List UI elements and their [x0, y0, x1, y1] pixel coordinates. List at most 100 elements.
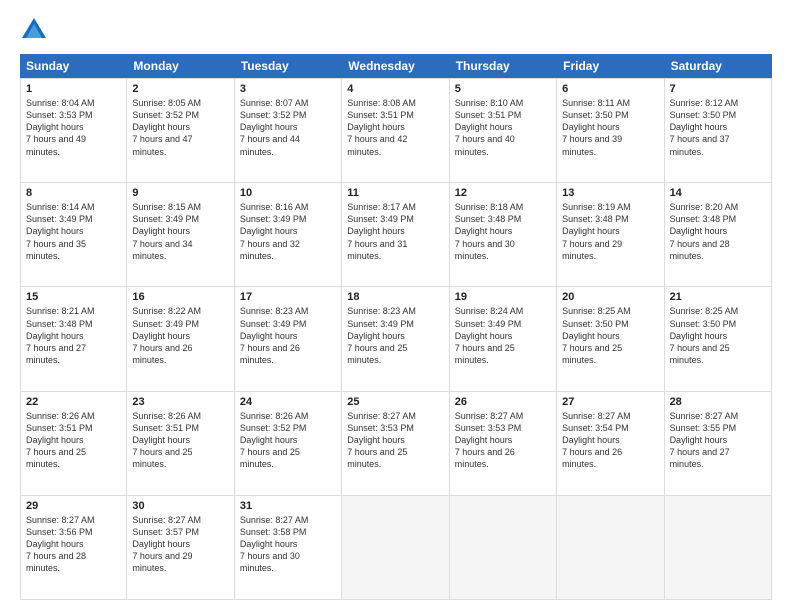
calendar-cell: 4 Sunrise: 8:08 AM Sunset: 3:51 PM Dayli… [342, 79, 449, 182]
daylight-label: Daylight hours [562, 226, 620, 236]
day-number: 17 [240, 291, 336, 303]
sunrise-label: Sunrise: 8:25 AM [670, 306, 739, 316]
daylight-value: 7 hours and 47 minutes. [132, 134, 192, 156]
cell-info: Sunrise: 8:25 AM Sunset: 3:50 PM Dayligh… [670, 305, 766, 366]
calendar-cell: 27 Sunrise: 8:27 AM Sunset: 3:54 PM Dayl… [557, 392, 664, 495]
sunrise-label: Sunrise: 8:15 AM [132, 202, 201, 212]
daylight-value: 7 hours and 31 minutes. [347, 239, 407, 261]
daylight-label: Daylight hours [26, 435, 84, 445]
sunrise-label: Sunrise: 8:21 AM [26, 306, 95, 316]
sunset-label: Sunset: 3:54 PM [562, 423, 629, 433]
daylight-value: 7 hours and 25 minutes. [240, 447, 300, 469]
daylight-value: 7 hours and 25 minutes. [562, 343, 622, 365]
calendar-cell: 5 Sunrise: 8:10 AM Sunset: 3:51 PM Dayli… [450, 79, 557, 182]
daylight-value: 7 hours and 28 minutes. [670, 239, 730, 261]
sunrise-label: Sunrise: 8:26 AM [132, 411, 201, 421]
day-number: 26 [455, 396, 551, 408]
sunrise-label: Sunrise: 8:23 AM [347, 306, 416, 316]
daylight-value: 7 hours and 44 minutes. [240, 134, 300, 156]
calendar-cell: 19 Sunrise: 8:24 AM Sunset: 3:49 PM Dayl… [450, 287, 557, 390]
cell-info: Sunrise: 8:23 AM Sunset: 3:49 PM Dayligh… [240, 305, 336, 366]
daylight-value: 7 hours and 30 minutes. [455, 239, 515, 261]
calendar-cell: 8 Sunrise: 8:14 AM Sunset: 3:49 PM Dayli… [20, 183, 127, 286]
calendar-cell [665, 496, 772, 599]
calendar-cell: 1 Sunrise: 8:04 AM Sunset: 3:53 PM Dayli… [20, 79, 127, 182]
sunset-label: Sunset: 3:57 PM [132, 527, 199, 537]
day-number: 31 [240, 500, 336, 512]
logo [20, 16, 52, 44]
daylight-value: 7 hours and 37 minutes. [670, 134, 730, 156]
cell-info: Sunrise: 8:27 AM Sunset: 3:56 PM Dayligh… [26, 514, 121, 575]
calendar-row: 29 Sunrise: 8:27 AM Sunset: 3:56 PM Dayl… [20, 496, 772, 600]
sunset-label: Sunset: 3:50 PM [562, 110, 629, 120]
daylight-value: 7 hours and 32 minutes. [240, 239, 300, 261]
daylight-label: Daylight hours [26, 226, 84, 236]
daylight-value: 7 hours and 42 minutes. [347, 134, 407, 156]
daylight-label: Daylight hours [670, 226, 728, 236]
cell-info: Sunrise: 8:24 AM Sunset: 3:49 PM Dayligh… [455, 305, 551, 366]
cell-info: Sunrise: 8:07 AM Sunset: 3:52 PM Dayligh… [240, 97, 336, 158]
daylight-label: Daylight hours [455, 226, 513, 236]
daylight-label: Daylight hours [347, 122, 405, 132]
cell-info: Sunrise: 8:25 AM Sunset: 3:50 PM Dayligh… [562, 305, 658, 366]
sunset-label: Sunset: 3:49 PM [455, 319, 522, 329]
daylight-label: Daylight hours [240, 331, 298, 341]
calendar-cell: 16 Sunrise: 8:22 AM Sunset: 3:49 PM Dayl… [127, 287, 234, 390]
sunset-label: Sunset: 3:50 PM [670, 319, 737, 329]
sunrise-label: Sunrise: 8:27 AM [347, 411, 416, 421]
day-number: 4 [347, 83, 443, 95]
sunset-label: Sunset: 3:52 PM [132, 110, 199, 120]
calendar-cell: 3 Sunrise: 8:07 AM Sunset: 3:52 PM Dayli… [235, 79, 342, 182]
sunset-label: Sunset: 3:51 PM [347, 110, 414, 120]
daylight-label: Daylight hours [132, 539, 190, 549]
daylight-value: 7 hours and 40 minutes. [455, 134, 515, 156]
sunrise-label: Sunrise: 8:27 AM [132, 515, 201, 525]
day-number: 6 [562, 83, 658, 95]
sunset-label: Sunset: 3:48 PM [562, 214, 629, 224]
daylight-value: 7 hours and 25 minutes. [132, 447, 192, 469]
sunrise-label: Sunrise: 8:05 AM [132, 98, 201, 108]
cell-info: Sunrise: 8:27 AM Sunset: 3:53 PM Dayligh… [455, 410, 551, 471]
calendar-cell: 20 Sunrise: 8:25 AM Sunset: 3:50 PM Dayl… [557, 287, 664, 390]
calendar-cell: 28 Sunrise: 8:27 AM Sunset: 3:55 PM Dayl… [665, 392, 772, 495]
sunrise-label: Sunrise: 8:16 AM [240, 202, 309, 212]
calendar-row: 22 Sunrise: 8:26 AM Sunset: 3:51 PM Dayl… [20, 392, 772, 496]
day-number: 28 [670, 396, 766, 408]
sunset-label: Sunset: 3:49 PM [347, 319, 414, 329]
daylight-value: 7 hours and 35 minutes. [26, 239, 86, 261]
sunset-label: Sunset: 3:51 PM [26, 423, 93, 433]
sunrise-label: Sunrise: 8:27 AM [26, 515, 95, 525]
daylight-value: 7 hours and 26 minutes. [455, 447, 515, 469]
daylight-label: Daylight hours [132, 331, 190, 341]
sunrise-label: Sunrise: 8:04 AM [26, 98, 95, 108]
daylight-value: 7 hours and 28 minutes. [26, 551, 86, 573]
sunset-label: Sunset: 3:49 PM [240, 214, 307, 224]
day-number: 20 [562, 291, 658, 303]
sunrise-label: Sunrise: 8:08 AM [347, 98, 416, 108]
sunrise-label: Sunrise: 8:27 AM [240, 515, 309, 525]
sunset-label: Sunset: 3:52 PM [240, 423, 307, 433]
day-number: 14 [670, 187, 766, 199]
cell-info: Sunrise: 8:27 AM Sunset: 3:53 PM Dayligh… [347, 410, 443, 471]
sunrise-label: Sunrise: 8:14 AM [26, 202, 95, 212]
calendar-cell: 31 Sunrise: 8:27 AM Sunset: 3:58 PM Dayl… [235, 496, 342, 599]
sunrise-label: Sunrise: 8:11 AM [562, 98, 630, 108]
calendar-cell: 13 Sunrise: 8:19 AM Sunset: 3:48 PM Dayl… [557, 183, 664, 286]
cell-info: Sunrise: 8:21 AM Sunset: 3:48 PM Dayligh… [26, 305, 121, 366]
daylight-value: 7 hours and 26 minutes. [132, 343, 192, 365]
sunset-label: Sunset: 3:58 PM [240, 527, 307, 537]
day-number: 24 [240, 396, 336, 408]
day-number: 22 [26, 396, 121, 408]
sunset-label: Sunset: 3:49 PM [347, 214, 414, 224]
cell-info: Sunrise: 8:08 AM Sunset: 3:51 PM Dayligh… [347, 97, 443, 158]
sunrise-label: Sunrise: 8:10 AM [455, 98, 524, 108]
day-number: 13 [562, 187, 658, 199]
day-number: 21 [670, 291, 766, 303]
cell-info: Sunrise: 8:26 AM Sunset: 3:51 PM Dayligh… [132, 410, 228, 471]
cell-info: Sunrise: 8:20 AM Sunset: 3:48 PM Dayligh… [670, 201, 766, 262]
daylight-value: 7 hours and 25 minutes. [26, 447, 86, 469]
sunrise-label: Sunrise: 8:27 AM [455, 411, 524, 421]
sunset-label: Sunset: 3:49 PM [132, 319, 199, 329]
daylight-value: 7 hours and 49 minutes. [26, 134, 86, 156]
cell-info: Sunrise: 8:26 AM Sunset: 3:51 PM Dayligh… [26, 410, 121, 471]
